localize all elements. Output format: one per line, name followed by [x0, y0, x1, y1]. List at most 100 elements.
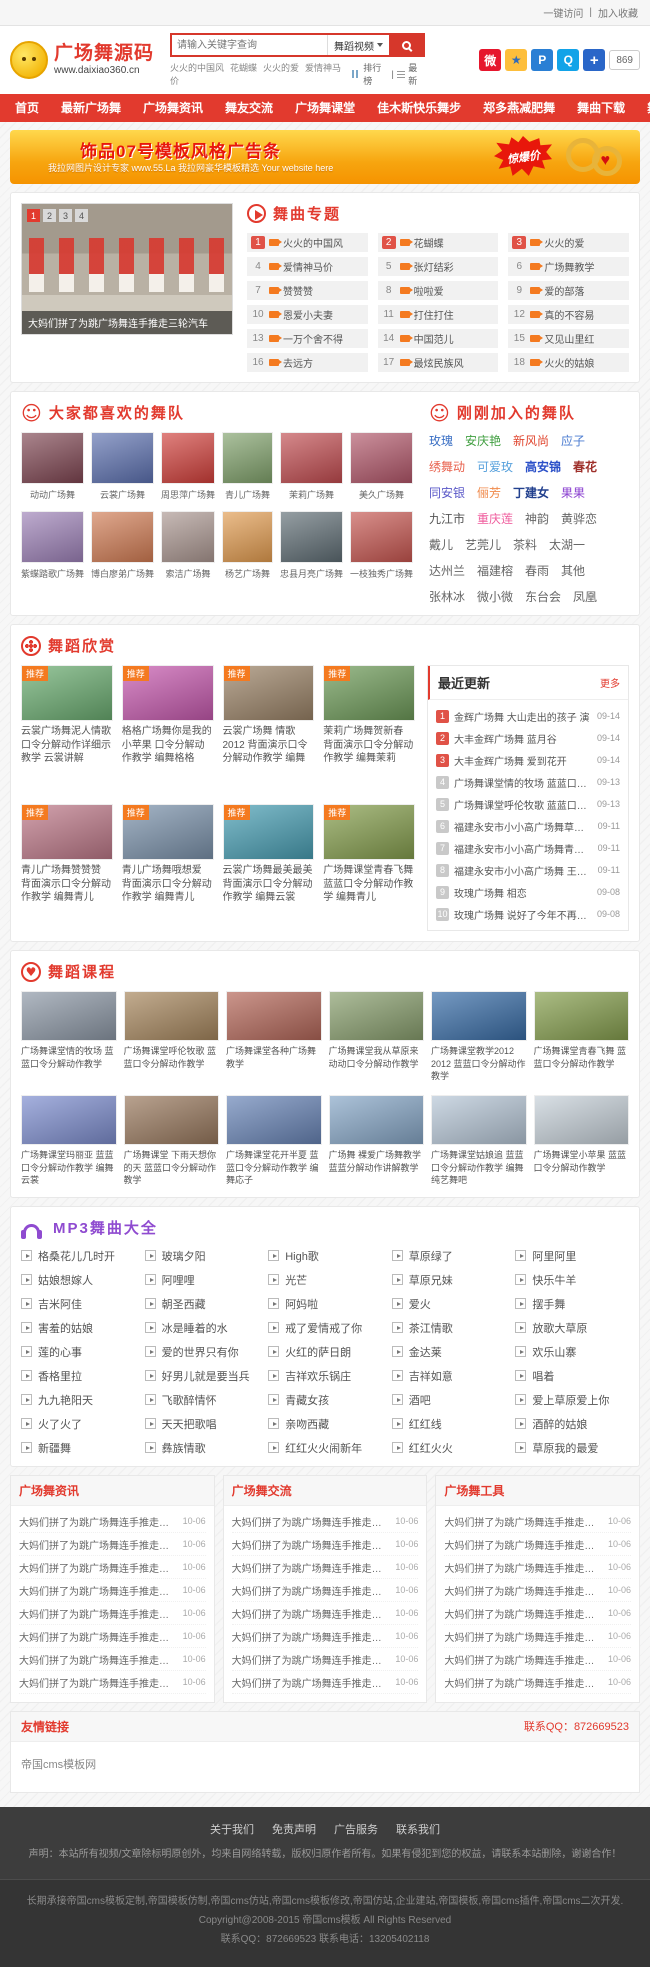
team-tag[interactable]: 张林冰 [429, 588, 465, 605]
paopao-icon[interactable]: P [531, 49, 553, 71]
slider-page-dot[interactable]: 3 [59, 209, 72, 222]
course-card[interactable]: 广场舞课堂小苹果 蓝蓝口令分解动作教学 [534, 1095, 630, 1187]
team-tag[interactable]: 安庆艳 [465, 432, 501, 449]
topic-item[interactable]: 11 打住打住 [378, 305, 499, 324]
news-item[interactable]: 大妈们拼了为跳广场舞连手推走三轮汽车 10-06 [444, 1579, 631, 1602]
course-card[interactable]: 广场舞课堂青春飞舞 蓝蓝口令分解动作教学 [534, 991, 630, 1083]
nav-item[interactable]: 广场舞课堂 [284, 94, 366, 122]
add-favorite-link[interactable]: 加入收藏 [598, 5, 638, 20]
hot-word-link[interactable]: 火火的中国风 [170, 63, 224, 73]
team-item[interactable]: 索洁广场舞 [161, 511, 215, 580]
team-tag[interactable]: 丁建女 [513, 484, 549, 501]
song-item[interactable]: 草原绿了 [392, 1247, 506, 1264]
song-item[interactable]: 光芒 [268, 1271, 382, 1288]
song-item[interactable]: 亲吻西藏 [268, 1415, 382, 1432]
song-item[interactable]: 红红线 [392, 1415, 506, 1432]
video-card[interactable]: 推荐 云裳广场舞最美最美 背面演示口令分解动作教学 编舞云裳 [223, 804, 315, 931]
song-item[interactable]: 香格里拉 [21, 1367, 135, 1384]
latest-link[interactable]: 最新 [408, 61, 425, 87]
news-item[interactable]: 大妈们拼了为跳广场舞连手推走三轮汽车 10-06 [19, 1648, 206, 1671]
song-item[interactable]: High歌 [268, 1247, 382, 1264]
song-item[interactable]: 玻璃夕阳 [145, 1247, 259, 1264]
team-tag[interactable]: 绣舞动 [429, 458, 465, 475]
slider-page-dot[interactable]: 4 [75, 209, 88, 222]
team-item[interactable]: 博白廖弟广场舞 [91, 511, 154, 580]
song-item[interactable]: 放歌大草原 [515, 1319, 629, 1336]
news-item[interactable]: 大妈们拼了为跳广场舞连手推走三轮汽车 10-06 [444, 1625, 631, 1648]
topic-item[interactable]: 3 火火的爱 [508, 233, 629, 252]
team-tag[interactable]: 艺莞儿 [465, 536, 501, 553]
update-item[interactable]: 6 福建永安市小小高广场舞草原上的 09-11 [436, 815, 620, 837]
course-card[interactable]: 广场舞课堂姑娘追 蓝蓝口令分解动作教学 编舞纯艺舞吧 [431, 1095, 527, 1187]
nav-item[interactable]: 舞友交流 [214, 94, 284, 122]
news-item[interactable]: 大妈们拼了为跳广场舞连手推走三轮汽车 10-06 [19, 1510, 206, 1533]
news-item[interactable]: 大妈们拼了为跳广场舞连手推走三轮汽车 10-06 [232, 1579, 419, 1602]
team-item[interactable]: 美久广场舞 [350, 432, 413, 501]
song-item[interactable]: 火红的萨日朗 [268, 1343, 382, 1360]
song-item[interactable]: 阿哩哩 [145, 1271, 259, 1288]
song-item[interactable]: 摆手舞 [515, 1295, 629, 1312]
course-card[interactable]: 广场舞课堂呼伦牧歌 蓝蓝口令分解动作教学 [124, 991, 220, 1083]
update-item[interactable]: 1 金辉广场舞 大山走出的孩子 演 09-14 [436, 705, 620, 727]
nav-item[interactable]: 首页 [4, 94, 50, 122]
team-tag[interactable]: 茶料 [513, 536, 537, 553]
update-item[interactable]: 3 大丰金辉广场舞 爱到花开 09-14 [436, 749, 620, 771]
song-item[interactable]: 金达莱 [392, 1343, 506, 1360]
song-item[interactable]: 阿里阿里 [515, 1247, 629, 1264]
topic-item[interactable]: 1 火火的中国风 [247, 233, 368, 252]
news-item[interactable]: 大妈们拼了为跳广场舞连手推走三轮汽车 10-06 [444, 1671, 631, 1694]
topic-item[interactable]: 10 恩爱小夫妻 [247, 305, 368, 324]
song-item[interactable]: 莲的心事 [21, 1343, 135, 1360]
topic-item[interactable]: 17 最炫民族风 [378, 353, 499, 372]
team-item[interactable]: 茉莉广场舞 [280, 432, 343, 501]
hot-word-link[interactable]: 火火的爱 [263, 63, 299, 73]
qzone-icon[interactable]: ★ [505, 49, 527, 71]
update-item[interactable]: 8 福建永安市小小高广场舞 王满中 09-11 [436, 859, 620, 881]
course-card[interactable]: 广场舞课堂教学2012 2012 蓝蓝口令分解动作教学 [431, 991, 527, 1083]
news-item[interactable]: 大妈们拼了为跳广场舞连手推走三轮汽车 10-06 [232, 1602, 419, 1625]
topic-item[interactable]: 4 爱情神马价 [247, 257, 368, 276]
song-item[interactable]: 飞歌醉情怀 [145, 1391, 259, 1408]
team-tag[interactable]: 达州兰 [429, 562, 465, 579]
footer-link[interactable]: 免责声明 [272, 1821, 316, 1837]
news-item[interactable]: 大妈们拼了为跳广场舞连手推走三轮汽车 10-06 [19, 1579, 206, 1602]
song-item[interactable]: 酒醉的姑娘 [515, 1415, 629, 1432]
team-item[interactable]: 青儿广场舞 [222, 432, 273, 501]
video-card[interactable]: 推荐 格格广场舞你是我的小苹果 口令分解动作教学 编舞格格 [122, 665, 214, 792]
song-item[interactable]: 天天把歌唱 [145, 1415, 259, 1432]
search-button[interactable] [389, 35, 423, 55]
song-item[interactable]: 草原兄妹 [392, 1271, 506, 1288]
song-item[interactable]: 火了火了 [21, 1415, 135, 1432]
featured-slider[interactable]: 1234 大妈们拼了为跳广场舞连手推走三轮汽车 [21, 203, 233, 335]
song-item[interactable]: 姑娘想嫁人 [21, 1271, 135, 1288]
footer-link[interactable]: 广告服务 [334, 1821, 378, 1837]
team-tag[interactable]: 戴儿 [429, 536, 453, 553]
team-tag[interactable]: 黄骅恋 [561, 510, 597, 527]
update-item[interactable]: 4 广场舞课堂情的牧场 蓝蓝口令分 09-13 [436, 771, 620, 793]
team-tag[interactable]: 玫瑰 [429, 432, 453, 449]
topic-item[interactable]: 12 真的不容易 [508, 305, 629, 324]
team-tag[interactable]: 其他 [561, 562, 585, 579]
song-item[interactable]: 红红火火闹新年 [268, 1439, 382, 1456]
news-item[interactable]: 大妈们拼了为跳广场舞连手推走三轮汽车 10-06 [444, 1510, 631, 1533]
video-card[interactable]: 推荐 云裳广场舞 情歌2012 背面演示口令分解动作教学 编舞青儿 [223, 665, 315, 792]
team-tag[interactable]: 神韵 [525, 510, 549, 527]
search-category-select[interactable]: 舞蹈视频 [327, 35, 389, 55]
video-card[interactable]: 推荐 茉莉广场舞贺新春 背面演示口令分解动作教学 编舞茉莉 [323, 665, 415, 792]
nav-item[interactable]: 舞队欣赏 [636, 94, 650, 122]
team-tag[interactable]: 重庆莲 [477, 510, 513, 527]
footer-link[interactable]: 关于我们 [210, 1821, 254, 1837]
topic-item[interactable]: 8 啦啦爱 [378, 281, 499, 300]
news-item[interactable]: 大妈们拼了为跳广场舞连手推走三轮汽车 10-06 [444, 1648, 631, 1671]
course-card[interactable]: 广场舞课堂我从草原来 动动口令分解动作教学 [329, 991, 425, 1083]
team-tag[interactable]: 春花 [573, 458, 597, 475]
weibo-icon[interactable]: 微 [479, 49, 501, 71]
news-item[interactable]: 大妈们拼了为跳广场舞连手推走三轮汽车 10-06 [444, 1533, 631, 1556]
update-item[interactable]: 9 玫瑰广场舞 相恋 09-08 [436, 881, 620, 903]
news-item[interactable]: 大妈们拼了为跳广场舞连手推走三轮汽车 10-06 [232, 1533, 419, 1556]
slider-page-dot[interactable]: 2 [43, 209, 56, 222]
footer-link[interactable]: 联系我们 [396, 1821, 440, 1837]
team-tag[interactable]: 果果 [561, 484, 585, 501]
team-item[interactable]: 周思萍广场舞 [161, 432, 215, 501]
song-item[interactable]: 朝圣西藏 [145, 1295, 259, 1312]
